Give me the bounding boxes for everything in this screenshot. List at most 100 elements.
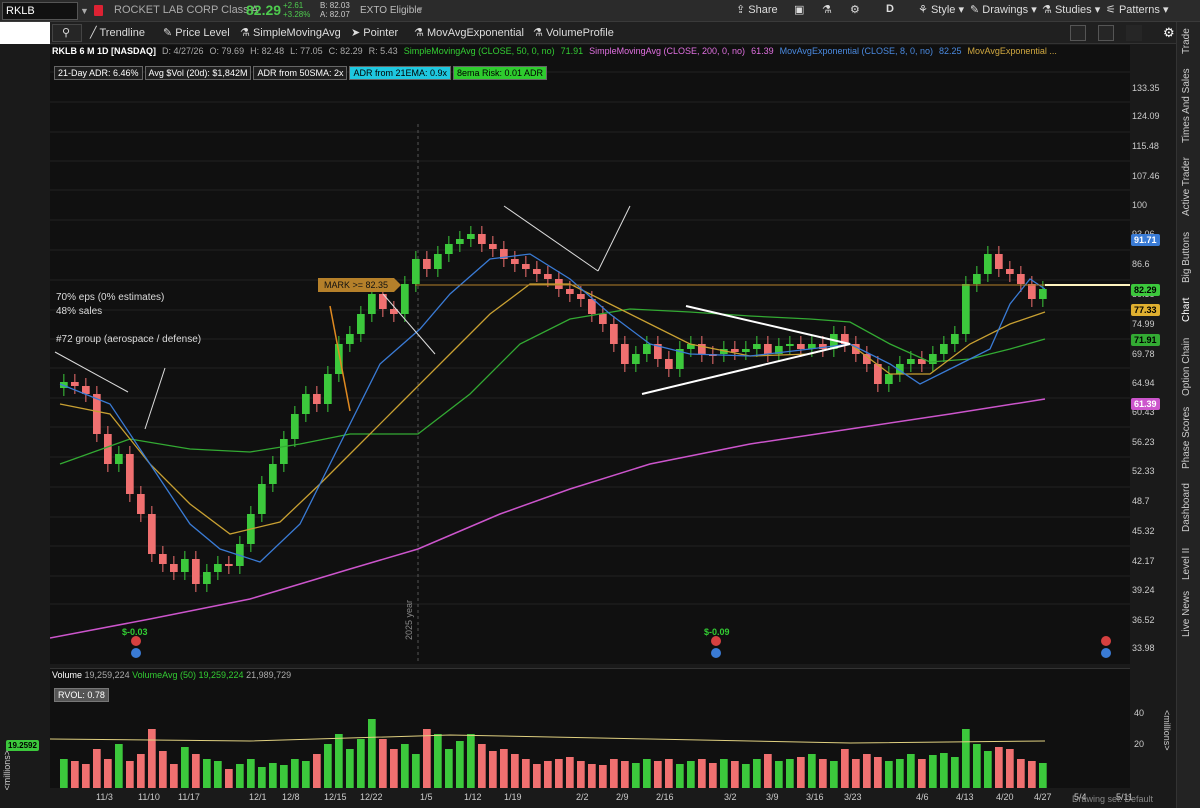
candle-body	[115, 454, 123, 464]
period-button[interactable]: D	[886, 3, 894, 15]
volume-bar	[192, 754, 200, 789]
ema8-value: 82.25	[939, 46, 962, 56]
mark-alert-label[interactable]: MARK >= 82.35	[318, 278, 402, 292]
flask-icon: ⚗	[414, 27, 424, 39]
volume-label: Volume	[52, 670, 83, 680]
trendline	[382, 293, 436, 355]
studies-button[interactable]: ⚗ Studies ▾	[1042, 3, 1100, 16]
candle-body	[280, 439, 288, 464]
chevron-down-icon[interactable]: ▼	[416, 5, 424, 14]
tab-times-and-sales[interactable]: Times And Sales	[1181, 66, 1197, 146]
volume-panel[interactable]	[49, 668, 1130, 789]
candle-body	[973, 274, 981, 284]
date-readout: D: 4/27/26	[162, 46, 204, 56]
price-axis-label: 64.94	[1132, 378, 1155, 388]
tab-active-trader[interactable]: Active Trader	[1181, 152, 1197, 222]
volume-avg-label[interactable]: VolumeAvg (50)	[132, 670, 196, 680]
ema8-label[interactable]: MovAvgExponential (CLOSE, 8, 0, no)	[780, 46, 933, 56]
volume-bar	[1006, 749, 1014, 789]
volume-profile-tool[interactable]: ⚗ VolumeProfile	[533, 26, 614, 39]
volume-canvas[interactable]	[49, 669, 1130, 789]
price-chart[interactable]	[49, 43, 1130, 664]
volume-bar	[60, 759, 68, 789]
symbol-input[interactable]	[2, 2, 78, 20]
volume-bar	[390, 749, 398, 789]
close-readout: C: 82.29	[328, 46, 363, 56]
high-readout: H: 82.48	[250, 46, 285, 56]
volume-bar	[841, 749, 849, 789]
volume-avg-line	[49, 734, 1046, 744]
sma50-price-tag: 71.91	[1131, 334, 1160, 346]
pin-button[interactable]: ⚲	[52, 24, 82, 42]
volume-bar	[324, 744, 332, 789]
sma50-label[interactable]: SimpleMovingAvg (CLOSE, 50, 0, no)	[404, 46, 555, 56]
candle-body	[533, 269, 541, 274]
volume-bar	[742, 764, 750, 789]
share-button[interactable]: ⇪ Share	[736, 3, 778, 16]
chart-canvas[interactable]	[49, 43, 1130, 664]
chevron-down-icon[interactable]: ▼	[80, 2, 92, 20]
volume-bar	[467, 734, 475, 789]
volume-bar	[555, 759, 563, 789]
bid-ask: B: 82.03 A: 82.07	[320, 1, 350, 19]
date-axis-label: 2/16	[656, 792, 674, 802]
volume-bar	[126, 761, 134, 789]
layout-icon[interactable]	[1126, 25, 1142, 41]
tab-big-buttons[interactable]: Big Buttons	[1181, 228, 1197, 286]
volume-bar	[445, 749, 453, 789]
patterns-button[interactable]: ⚟ Patterns ▾	[1106, 3, 1168, 16]
chart-title: RKLB 6 M 1D [NASDAQ]	[52, 46, 157, 56]
window-icon[interactable]	[1070, 25, 1086, 41]
ema-tool[interactable]: ⚗ MovAvgExponential	[414, 26, 524, 39]
volume-bar	[313, 754, 321, 789]
ema21-label[interactable]: MovAvgExponential ...	[968, 46, 1057, 56]
price-axis[interactable]: 133.35124.09115.48107.4610093.0686.680.5…	[1130, 44, 1176, 664]
candle-body	[258, 484, 266, 514]
symbol-blank	[0, 22, 50, 46]
candle-body	[368, 294, 376, 314]
tab-trade[interactable]: Trade	[1181, 26, 1197, 56]
volume-units-left: <millions>	[2, 750, 12, 791]
candle-body	[434, 254, 442, 269]
style-button[interactable]: ⚘ Style ▾	[918, 3, 964, 16]
price-level-tool[interactable]: ✎ Price Level	[163, 26, 230, 39]
tab-dashboard[interactable]: Dashboard	[1181, 476, 1197, 540]
volume-bar	[819, 759, 827, 789]
drawing-set-status: Drawing set: Default	[1072, 794, 1154, 804]
tab-chart[interactable]: Chart	[1181, 290, 1197, 330]
candle-body	[885, 374, 893, 384]
drawings-button[interactable]: ✎ Drawings ▾	[970, 3, 1037, 16]
date-axis-label: 1/19	[504, 792, 522, 802]
line-icon: ╱	[90, 27, 97, 39]
gear-icon[interactable]: ⚙	[1163, 25, 1175, 41]
candle-body	[984, 254, 992, 274]
pencil-icon: ✎	[163, 27, 173, 39]
volume-bar	[423, 729, 431, 789]
tab-live-news[interactable]: Live News	[1181, 588, 1197, 640]
price-axis-label: 56.23	[1132, 437, 1155, 447]
volume-bar	[269, 763, 277, 789]
candle-body	[269, 464, 277, 484]
volume-bar	[401, 744, 409, 789]
flask-icon[interactable]: ⚗	[822, 3, 832, 16]
candle-body	[995, 254, 1003, 269]
sma200-label[interactable]: SimpleMovingAvg (CLOSE, 200, 0, no)	[589, 46, 745, 56]
pencil-icon: ✎	[970, 4, 980, 16]
gear-icon[interactable]: ⚙	[850, 3, 860, 16]
tab-level-ii[interactable]: Level II	[1181, 544, 1197, 584]
drawing-toolbar: ╱ Trendline ✎ Price Level ⚗ SimpleMoving…	[0, 22, 1200, 44]
volume-bar	[797, 757, 805, 789]
exto-eligible[interactable]: EXTO Eligible	[360, 5, 422, 16]
trendline-tool[interactable]: ╱ Trendline	[90, 26, 145, 39]
tab-phase-scores[interactable]: Phase Scores	[1181, 404, 1197, 472]
volume-bar	[82, 764, 90, 789]
grid-icon[interactable]	[1098, 25, 1114, 41]
tab-option-chain[interactable]: Option Chain	[1181, 334, 1197, 400]
sma-tool[interactable]: ⚗ SimpleMovingAvg	[240, 26, 341, 39]
candle-body	[1017, 274, 1025, 284]
date-axis[interactable]: 11/3 11/10 11/17 12/1 12/8 12/15 12/22 1/5 1/12 1…	[50, 788, 1133, 808]
volume-bar	[181, 747, 189, 789]
volume-info-bar: Volume 19,259,224 VolumeAvg (50) 19,259,…	[52, 670, 291, 680]
pointer-tool[interactable]: ➤ Pointer	[351, 26, 398, 39]
snapshot-icon[interactable]: ▣	[794, 3, 804, 16]
